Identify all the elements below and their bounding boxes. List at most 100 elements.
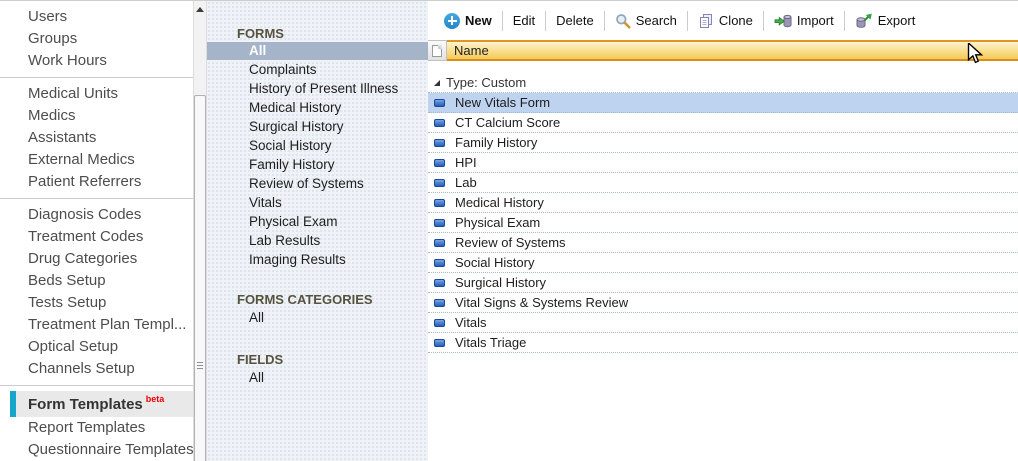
form-icon: [434, 319, 445, 327]
grid-row[interactable]: Vital Signs & Systems Review: [428, 293, 1018, 313]
fields-item-all[interactable]: All: [207, 368, 428, 387]
clone-button[interactable]: Clone: [691, 10, 760, 32]
grid-row[interactable]: Family History: [428, 133, 1018, 153]
form-icon: [434, 119, 445, 127]
toolbar-separator: [502, 11, 503, 31]
group-header-type-custom[interactable]: Type: Custom: [428, 73, 1018, 93]
sidebar-item-optical-setup[interactable]: Optical Setup: [0, 336, 193, 358]
sidebar-item-beds-setup[interactable]: Beds Setup: [0, 270, 193, 292]
forms-item-family-history[interactable]: Family History: [207, 155, 428, 174]
toolbar-separator: [604, 11, 605, 31]
forms-item-imaging-results[interactable]: Imaging Results: [207, 250, 428, 269]
sidebar-item-report-templates[interactable]: Report Templates: [0, 417, 193, 439]
grid-row[interactable]: Review of Systems: [428, 233, 1018, 253]
forms-item-vitals[interactable]: Vitals: [207, 193, 428, 212]
forms-item-social-history[interactable]: Social History: [207, 136, 428, 155]
search-button-label: Search: [636, 13, 677, 28]
grid-row[interactable]: Medical History: [428, 193, 1018, 213]
forms-item-complaints[interactable]: Complaints: [207, 60, 428, 79]
grid-row-label: Lab: [455, 175, 477, 190]
document-icon: [432, 45, 442, 57]
grid-row[interactable]: Vitals Triage: [428, 333, 1018, 353]
sidebar-item-channels-setup[interactable]: Channels Setup: [0, 358, 193, 380]
sidebar-item-form-templates-active[interactable]: Form Templates beta: [10, 391, 193, 417]
scrollbar-grip-icon: [197, 362, 203, 371]
export-button[interactable]: Export: [848, 10, 923, 32]
grid-row-label: Vital Signs & Systems Review: [455, 295, 628, 310]
sidebar-item-medical-units[interactable]: Medical Units: [0, 83, 193, 105]
toolbar: New Edit Delete Search: [428, 1, 1018, 40]
sidebar-item-assistants[interactable]: Assistants: [0, 127, 193, 149]
sidebar-item-external-medics[interactable]: External Medics: [0, 149, 193, 171]
grid-row-label: Social History: [455, 255, 534, 270]
sidebar-divider: [0, 198, 193, 199]
sidebar-item-patient-referrers[interactable]: Patient Referrers: [0, 171, 193, 193]
grid-row-label: Family History: [455, 135, 537, 150]
forms-item-medical-history[interactable]: Medical History: [207, 98, 428, 117]
edit-button-label: Edit: [513, 13, 535, 28]
sidebar-scrollbar[interactable]: [193, 1, 207, 461]
main-content: New Edit Delete Search: [428, 1, 1018, 461]
form-icon: [434, 279, 445, 287]
form-icon: [434, 239, 445, 247]
toolbar-separator: [545, 11, 546, 31]
grid-row[interactable]: Social History: [428, 253, 1018, 273]
forms-item-surgical-history[interactable]: Surgical History: [207, 117, 428, 136]
sidebar-item-treatment-plan-templates[interactable]: Treatment Plan Templ...: [0, 314, 193, 336]
plus-circle-icon: [444, 13, 460, 29]
fields-section-header[interactable]: FIELDS: [207, 353, 428, 367]
forms-item-review-of-systems[interactable]: Review of Systems: [207, 174, 428, 193]
copy-document-icon: [698, 13, 714, 29]
delete-button[interactable]: Delete: [549, 10, 601, 31]
grid-row-label: Vitals: [455, 315, 487, 330]
delete-button-label: Delete: [556, 13, 594, 28]
edit-button[interactable]: Edit: [506, 10, 542, 31]
grid-row[interactable]: Physical Exam: [428, 213, 1018, 233]
name-column-header[interactable]: Name: [447, 40, 1018, 61]
sidebar-item-groups[interactable]: Groups: [0, 28, 193, 50]
grid-row[interactable]: CT Calcium Score: [428, 113, 1018, 133]
search-button[interactable]: Search: [608, 10, 684, 32]
sidebar-item-treatment-codes[interactable]: Treatment Codes: [0, 226, 193, 248]
scroll-up-arrow-icon[interactable]: [194, 1, 206, 17]
grid-row[interactable]: Lab: [428, 173, 1018, 193]
sidebar-item-work-hours[interactable]: Work Hours: [0, 50, 193, 72]
scrollbar-thumb[interactable]: [194, 95, 206, 461]
grid-row[interactable]: Vitals: [428, 313, 1018, 333]
grid-row[interactable]: HPI: [428, 153, 1018, 173]
export-database-icon: [855, 13, 873, 29]
new-button[interactable]: New: [437, 10, 499, 32]
forms-item-history-of-present-illness[interactable]: History of Present Illness: [207, 79, 428, 98]
grid-row-label: Review of Systems: [455, 235, 566, 250]
sidebar-item-drug-categories[interactable]: Drug Categories: [0, 248, 193, 270]
forms-categories-section-header[interactable]: FORMS CATEGORIES: [207, 293, 428, 307]
sidebar-item-medics[interactable]: Medics: [0, 105, 193, 127]
sidebar-item-users[interactable]: Users: [0, 6, 193, 28]
beta-badge: beta: [146, 394, 165, 404]
grid-row[interactable]: Surgical History: [428, 273, 1018, 293]
forms-item-lab-results[interactable]: Lab Results: [207, 231, 428, 250]
form-icon: [434, 339, 445, 347]
forms-item-physical-exam[interactable]: Physical Exam: [207, 212, 428, 231]
icon-column-header[interactable]: [428, 40, 447, 61]
forms-item-all-selected[interactable]: All: [207, 42, 428, 60]
form-icon: [434, 139, 445, 147]
export-button-label: Export: [878, 13, 916, 28]
sidebar-item-questionnaire-templates[interactable]: Questionnaire Templates: [0, 439, 193, 461]
grid-row-label: HPI: [455, 155, 477, 170]
toolbar-separator: [763, 11, 764, 31]
forms-categories-item-all[interactable]: All: [207, 308, 428, 327]
sidebar-item-label: Form Templates: [16, 396, 143, 413]
name-column-header-label: Name: [454, 43, 489, 58]
group-collapse-triangle-icon: [434, 80, 440, 86]
grid-row-selected[interactable]: New Vitals Form: [428, 93, 1018, 113]
import-button[interactable]: Import: [767, 10, 841, 32]
sidebar-item-tests-setup[interactable]: Tests Setup: [0, 292, 193, 314]
toolbar-separator: [687, 11, 688, 31]
form-icon: [434, 179, 445, 187]
forms-section-header[interactable]: FORMS: [207, 27, 428, 41]
grid-row-label: Medical History: [455, 195, 544, 210]
sidebar-item-diagnosis-codes[interactable]: Diagnosis Codes: [0, 204, 193, 226]
magnifier-icon: [615, 13, 631, 29]
import-button-label: Import: [797, 13, 834, 28]
